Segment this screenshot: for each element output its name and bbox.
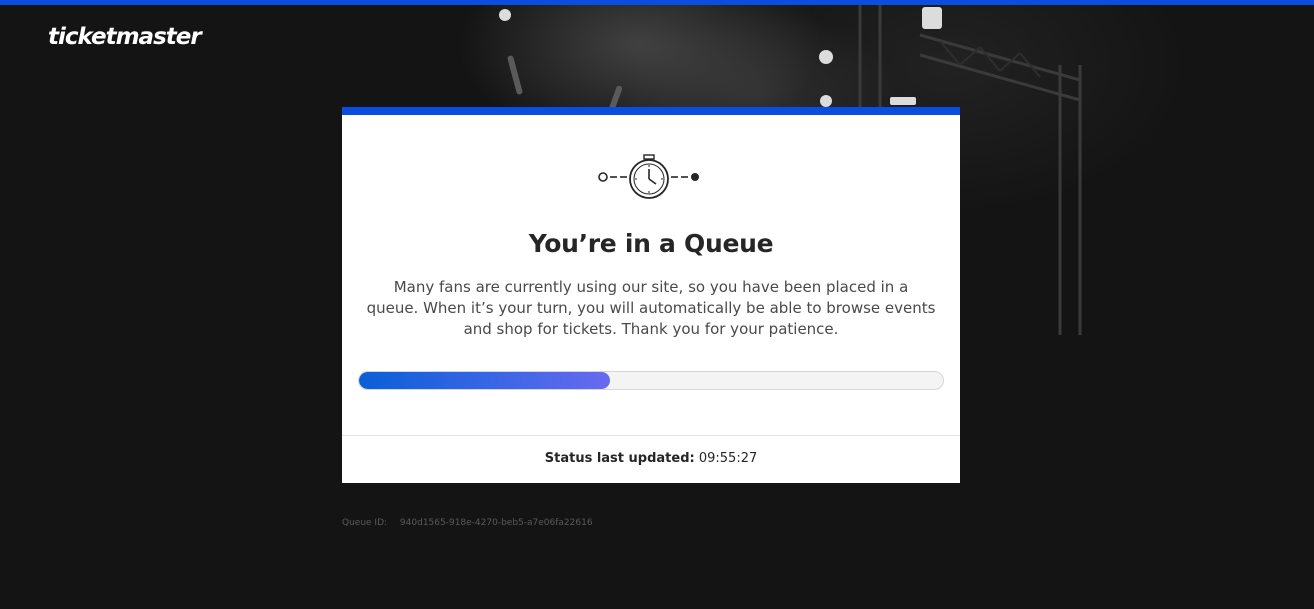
queue-id: Queue ID: 940d1565-918e-4270-beb5-a7e06f… xyxy=(342,518,593,528)
queue-id-value: 940d1565-918e-4270-beb5-a7e06fa22616 xyxy=(399,518,593,528)
ticketmaster-logo[interactable]: ticketmaster xyxy=(48,24,202,50)
queue-progress-fill xyxy=(359,372,611,389)
queue-card: You’re in a Queue Many fans are currentl… xyxy=(342,107,960,483)
top-accent-bar xyxy=(0,0,1314,5)
queue-title: You’re in a Queue xyxy=(528,229,774,258)
status-label: Status last updated: xyxy=(544,451,695,466)
status-time: 09:55:27 xyxy=(698,451,758,466)
queue-progress-bar xyxy=(358,371,944,390)
stopwatch-icon xyxy=(342,151,960,203)
queue-id-label: Queue ID: xyxy=(342,518,388,528)
card-divider xyxy=(342,435,960,436)
queue-description: Many fans are currently using our site, … xyxy=(366,278,936,338)
status-line: Status last updated: 09:55:27 xyxy=(342,451,960,466)
progress-loading-dots xyxy=(582,378,602,384)
